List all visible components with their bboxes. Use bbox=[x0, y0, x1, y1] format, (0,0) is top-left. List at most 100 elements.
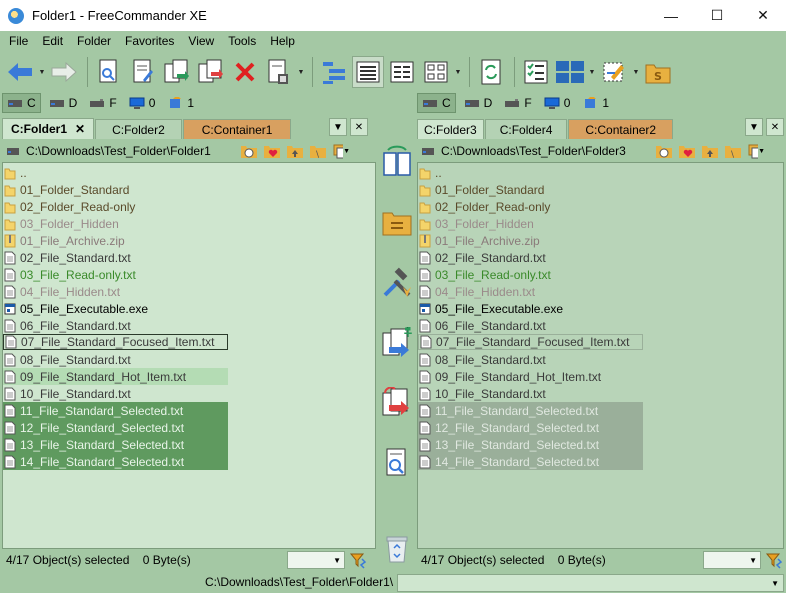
file-row[interactable]: 03_File_Read-only.txt bbox=[418, 266, 555, 283]
file-row[interactable]: 06_File_Standard.txt bbox=[418, 317, 550, 334]
file-row[interactable]: 09_File_Standard_Hot_Item.txt bbox=[3, 368, 228, 385]
menu-tools[interactable]: Tools bbox=[221, 34, 263, 48]
file-row[interactable]: 12_File_Standard_Selected.txt bbox=[418, 419, 643, 436]
settings-dropdown[interactable]: ▼ bbox=[632, 56, 640, 88]
back-dropdown[interactable]: ▼ bbox=[38, 56, 46, 88]
close-tab-button[interactable]: ✕ bbox=[766, 118, 784, 136]
view-icon[interactable] bbox=[380, 446, 414, 480]
drive-c[interactable]: C bbox=[2, 93, 41, 113]
menu-edit[interactable]: Edit bbox=[35, 34, 70, 48]
menu-folder[interactable]: Folder bbox=[70, 34, 118, 48]
copy-to-icon[interactable]: + bbox=[380, 326, 414, 360]
minimize-button[interactable]: — bbox=[648, 0, 694, 31]
file-row[interactable]: 02_File_Standard.txt bbox=[418, 249, 550, 266]
drive-0[interactable]: 0 bbox=[540, 93, 575, 113]
forward-arrow-icon[interactable] bbox=[48, 56, 80, 88]
file-row[interactable]: 01_Folder_Standard bbox=[418, 181, 548, 198]
right-file-list[interactable]: .. 01_Folder_Standard 02_Folder_Read-only 0… bbox=[417, 162, 784, 549]
file-row[interactable]: 02_Folder_Read-only bbox=[3, 198, 139, 215]
file-row[interactable]: 07_File_Standard_Focused_Item.txt bbox=[3, 334, 228, 350]
bookmark-s-icon[interactable]: S bbox=[642, 56, 674, 88]
swap-panels-icon[interactable] bbox=[380, 144, 414, 178]
chevron-down-icon[interactable]: ▼ bbox=[771, 579, 779, 588]
tab-list-dropdown[interactable]: ▼ bbox=[745, 118, 763, 136]
quick-filter-icon[interactable] bbox=[765, 551, 783, 569]
menu-file[interactable]: File bbox=[2, 34, 35, 48]
parent-folder-icon[interactable] bbox=[701, 142, 719, 160]
tab-right-folder3[interactable]: C:Folder3 bbox=[417, 119, 484, 139]
file-row[interactable]: 03_File_Read-only.txt bbox=[3, 266, 140, 283]
file-row[interactable]: 07_File_Standard_Focused_Item.txt bbox=[418, 334, 643, 350]
file-row[interactable]: 08_File_Standard.txt bbox=[418, 351, 550, 368]
history-icon[interactable] bbox=[240, 142, 258, 160]
menu-favorites[interactable]: Favorites bbox=[118, 34, 181, 48]
tab-right-folder4[interactable]: C:Folder4 bbox=[484, 119, 568, 139]
drive-0[interactable]: 0 bbox=[125, 93, 160, 113]
favorites-icon[interactable] bbox=[263, 142, 281, 160]
quick-filter-icon[interactable] bbox=[349, 551, 367, 569]
favorites-icon[interactable] bbox=[678, 142, 696, 160]
command-line-input[interactable]: ▼ bbox=[397, 574, 784, 592]
copy-file-icon[interactable] bbox=[161, 56, 193, 88]
edit-file-icon[interactable] bbox=[127, 56, 159, 88]
view-dropdown[interactable]: ▼ bbox=[454, 56, 462, 88]
back-arrow-icon[interactable] bbox=[4, 56, 36, 88]
pack-dropdown[interactable]: ▼ bbox=[297, 56, 305, 88]
drive-d[interactable]: D bbox=[460, 93, 497, 113]
tab-left-folder1[interactable]: C:Folder1 ✕ bbox=[2, 118, 95, 139]
file-row[interactable]: 03_Folder_Hidden bbox=[3, 215, 123, 232]
left-path[interactable]: C:\Downloads\Test_Folder\Folder1 bbox=[26, 144, 211, 158]
file-row[interactable]: 04_File_Hidden.txt bbox=[3, 283, 124, 300]
file-row[interactable]: 04_File_Hidden.txt bbox=[418, 283, 539, 300]
history-icon[interactable] bbox=[655, 142, 673, 160]
pack-icon[interactable] bbox=[263, 56, 295, 88]
drive-f[interactable]: F bbox=[85, 93, 120, 113]
left-file-list[interactable]: .. 01_Folder_Standard 02_Folder_Read-only 0… bbox=[2, 162, 376, 549]
tab-list-dropdown[interactable]: ▼ bbox=[329, 118, 347, 136]
menu-view[interactable]: View bbox=[181, 34, 221, 48]
file-row[interactable]: 08_File_Standard.txt bbox=[3, 351, 135, 368]
maximize-button[interactable]: ☐ bbox=[694, 0, 740, 31]
file-row[interactable]: .. bbox=[418, 164, 446, 181]
file-row[interactable]: 01_Folder_Standard bbox=[3, 181, 133, 198]
drive-d[interactable]: D bbox=[45, 93, 82, 113]
folder-menu-icon[interactable]: ▼ bbox=[747, 142, 765, 160]
tab-left-container1[interactable]: C:Container1 bbox=[182, 119, 292, 139]
close-button[interactable]: ✕ bbox=[740, 0, 786, 31]
right-filter-combo[interactable]: ▼ bbox=[703, 551, 761, 569]
file-row[interactable]: 11_File_Standard_Selected.txt bbox=[3, 402, 228, 419]
layout-icon[interactable] bbox=[554, 56, 586, 88]
layout-dropdown[interactable]: ▼ bbox=[588, 56, 596, 88]
close-tab-button[interactable]: ✕ bbox=[350, 118, 368, 136]
thumbnails-view-icon[interactable] bbox=[420, 56, 452, 88]
parent-folder-icon[interactable] bbox=[286, 142, 304, 160]
details-view-icon[interactable] bbox=[352, 56, 384, 88]
sync-icon[interactable] bbox=[475, 56, 507, 88]
file-row[interactable]: 03_Folder_Hidden bbox=[418, 215, 538, 232]
file-row[interactable]: 13_File_Standard_Selected.txt bbox=[418, 436, 643, 453]
file-row[interactable]: .. bbox=[3, 164, 31, 181]
move-file-icon[interactable] bbox=[195, 56, 227, 88]
right-path[interactable]: C:\Downloads\Test_Folder\Folder3 bbox=[441, 144, 626, 158]
file-row[interactable]: 01_File_Archive.zip bbox=[418, 232, 544, 249]
file-row[interactable]: 05_File_Executable.exe bbox=[418, 300, 567, 317]
tab-right-container2[interactable]: C:Container2 bbox=[568, 119, 674, 139]
file-row[interactable]: 13_File_Standard_Selected.txt bbox=[3, 436, 228, 453]
drive-f[interactable]: F bbox=[500, 93, 535, 113]
folder-menu-icon[interactable]: ▼ bbox=[332, 142, 350, 160]
menu-help[interactable]: Help bbox=[263, 34, 302, 48]
folder-compare-icon[interactable] bbox=[380, 206, 414, 240]
file-row[interactable]: 10_File_Standard.txt bbox=[3, 385, 135, 402]
file-row[interactable]: 05_File_Executable.exe bbox=[3, 300, 152, 317]
file-row[interactable]: 02_File_Standard.txt bbox=[3, 249, 135, 266]
list-view-icon[interactable] bbox=[386, 56, 418, 88]
file-row[interactable]: 11_File_Standard_Selected.txt bbox=[418, 402, 643, 419]
root-folder-icon[interactable]: \ bbox=[724, 142, 742, 160]
file-row[interactable]: 14_File_Standard_Selected.txt bbox=[418, 453, 643, 470]
recycle-bin-icon[interactable] bbox=[380, 532, 414, 566]
view-file-icon[interactable] bbox=[93, 56, 125, 88]
file-row[interactable]: 01_File_Archive.zip bbox=[3, 232, 129, 249]
move-to-icon[interactable] bbox=[380, 386, 414, 420]
tab-left-folder2[interactable]: C:Folder2 bbox=[95, 119, 182, 139]
drive-1[interactable]: 1 bbox=[578, 93, 613, 113]
